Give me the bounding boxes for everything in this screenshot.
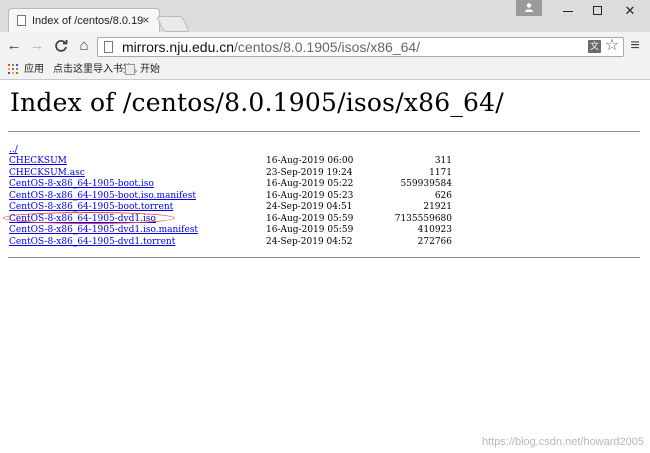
new-tab-button[interactable] <box>156 16 190 32</box>
home-icon[interactable]: ⌂ <box>74 36 94 56</box>
file-date: 16-Aug-2019 05:59 <box>266 225 354 235</box>
file-date: 24-Sep-2019 04:52 <box>266 236 353 247</box>
file-date: 16-Aug-2019 05:22 <box>266 179 354 189</box>
reload-glyph <box>55 40 68 52</box>
file-date: 16-Aug-2019 05:23 <box>266 190 354 201</box>
file-size: 272766 <box>417 236 452 247</box>
table-row: ../ <box>0 145 650 156</box>
forward-icon[interactable]: → <box>27 36 47 56</box>
bookmark-page-icon <box>125 64 135 75</box>
file-date: 23-Sep-2019 19:24 <box>266 167 353 178</box>
url-path: /centos/8.0.1905/isos/x86_64/ <box>234 39 421 55</box>
file-link[interactable]: CentOS-8-x86_64-1905-dvd1.iso.manifest <box>9 225 198 236</box>
bookmark-apps[interactable]: 应用 <box>24 63 44 76</box>
page-icon <box>17 15 26 26</box>
divider <box>8 131 640 132</box>
file-date: 16-Aug-2019 06:00 <box>266 156 354 166</box>
table-row: CentOS-8-x86_64-1905-boot.iso 16-Aug-201… <box>0 179 650 190</box>
title-bar: Index of /centos/8.0.190 × ✕ <box>0 0 650 32</box>
tab-title: Index of /centos/8.0.190 <box>32 15 144 27</box>
page-content: Index of /centos/8.0.1905/isos/x86_64/ .… <box>0 81 650 453</box>
file-size: 410923 <box>417 225 452 235</box>
maximize-icon <box>593 6 602 15</box>
bookmark-start[interactable]: 开始 <box>140 63 160 76</box>
file-link[interactable]: CentOS-8-x86_64-1905-boot.iso.manifest <box>9 191 196 202</box>
minimize-icon <box>563 11 573 12</box>
table-row: CentOS-8-x86_64-1905-dvd1.iso.manifest 1… <box>0 225 650 236</box>
file-link[interactable]: CHECKSUM <box>9 156 67 167</box>
tab-close-icon[interactable]: × <box>139 13 153 27</box>
file-link[interactable]: CentOS-8-x86_64-1905-boot.iso <box>9 179 154 190</box>
url-text[interactable]: mirrors.nju.edu.cn/centos/8.0.1905/isos/… <box>122 39 420 55</box>
url-host: mirrors.nju.edu.cn <box>122 39 235 55</box>
person-icon <box>525 3 533 12</box>
apps-grid-icon[interactable] <box>8 64 18 74</box>
table-row: CHECKSUM 16-Aug-2019 06:00 311 <box>0 156 650 167</box>
parent-directory-link[interactable]: ../ <box>9 145 18 156</box>
file-date: 24-Sep-2019 04:51 <box>266 202 353 212</box>
table-row: CentOS-8-x86_64-1905-boot.iso.manifest 1… <box>0 191 650 202</box>
reload-icon[interactable] <box>51 36 71 56</box>
back-icon[interactable]: ← <box>4 36 24 56</box>
file-size: 7135559680 <box>394 213 452 224</box>
bookmarks-bar: 应用 点击这里导入书签。 开始 <box>0 60 650 80</box>
page-info-icon[interactable] <box>104 41 113 53</box>
file-size: 626 <box>434 190 452 201</box>
watermark: https://blog.csdn.net/howard2005 <box>481 436 644 448</box>
file-date: 16-Aug-2019 05:59 <box>266 213 354 224</box>
file-link[interactable]: CHECKSUM.asc <box>9 168 85 179</box>
user-profile-button[interactable] <box>516 0 542 16</box>
menu-icon[interactable]: ≡ <box>628 38 642 54</box>
file-size: 311 <box>434 156 452 166</box>
address-bar[interactable]: mirrors.nju.edu.cn/centos/8.0.1905/isos/… <box>97 37 624 57</box>
bookmark-star-icon[interactable]: ☆ <box>603 37 621 55</box>
table-row: CentOS-8-x86_64-1905-dvd1.torrent 24-Sep… <box>0 237 650 248</box>
divider <box>8 257 640 258</box>
close-window-button[interactable]: ✕ <box>612 0 648 22</box>
table-row: CHECKSUM.asc 23-Sep-2019 19:24 1171 <box>0 168 650 179</box>
page-title: Index of /centos/8.0.1905/isos/x86_64/ <box>10 88 504 117</box>
file-size: 1171 <box>429 167 452 178</box>
browser-tab[interactable]: Index of /centos/8.0.190 × <box>8 8 160 32</box>
dvd-iso-highlight-ellipse <box>3 212 175 224</box>
translate-icon[interactable]: 文 <box>588 40 601 53</box>
maximize-button[interactable] <box>580 0 616 22</box>
file-size: 21921 <box>423 202 452 212</box>
file-size: 559939584 <box>400 179 452 189</box>
file-link[interactable]: CentOS-8-x86_64-1905-dvd1.torrent <box>9 237 175 248</box>
